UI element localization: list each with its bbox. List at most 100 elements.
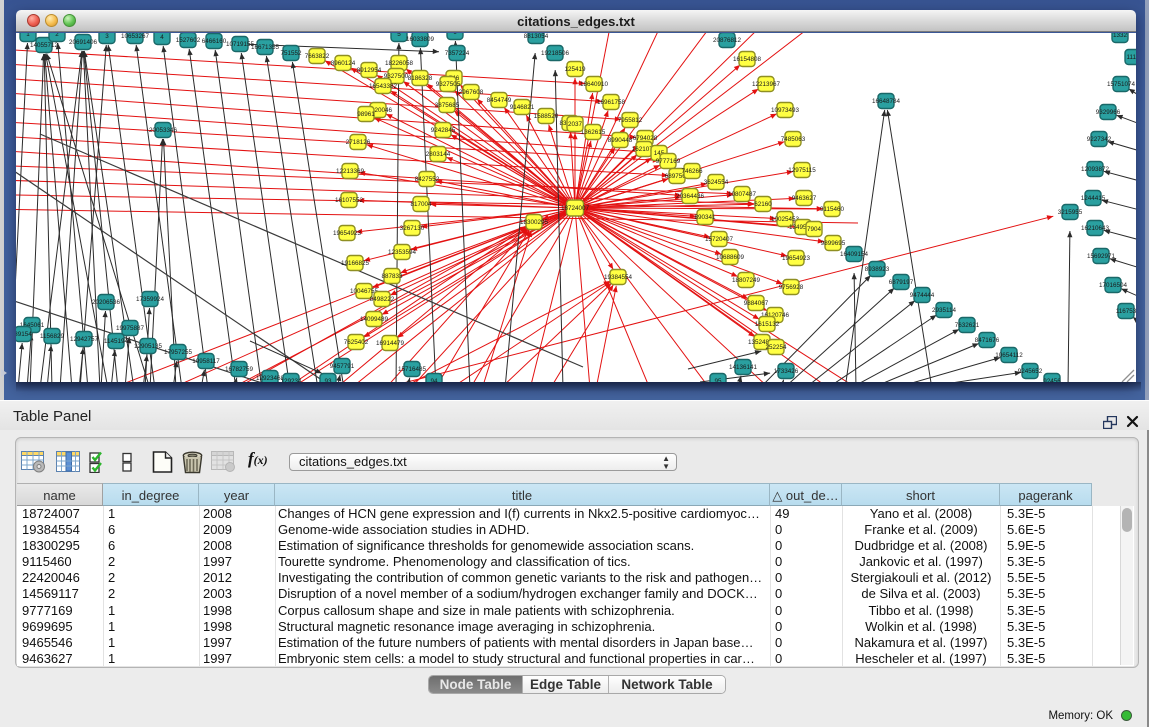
svg-text:15751074: 15751074 — [1107, 81, 1136, 88]
svg-text:1: 1 — [26, 33, 30, 38]
svg-text:1145194: 1145194 — [104, 338, 129, 345]
svg-text:20364436: 20364436 — [676, 193, 705, 200]
svg-text:12942757: 12942757 — [70, 336, 99, 343]
svg-text:16210643: 16210643 — [1081, 225, 1110, 232]
svg-text:9327505: 9327505 — [436, 81, 461, 88]
svg-text:18640910: 18640910 — [580, 81, 609, 88]
svg-text:12213967: 12213967 — [752, 81, 781, 88]
svg-text:17016504: 17016504 — [1099, 282, 1128, 289]
svg-text:10807487: 10807487 — [728, 191, 757, 198]
svg-text:9146821: 9146821 — [510, 104, 535, 111]
svg-text:9463627: 9463627 — [792, 195, 817, 202]
svg-text:3267130: 3267130 — [400, 225, 425, 232]
svg-text:8498222: 8498222 — [370, 296, 395, 303]
svg-text:12353594: 12353594 — [388, 249, 417, 256]
svg-text:10654112: 10654112 — [995, 352, 1023, 359]
svg-text:2935114: 2935114 — [932, 307, 957, 314]
svg-text:20876812: 20876812 — [713, 37, 742, 44]
svg-text:19654923: 19654923 — [333, 230, 362, 237]
svg-text:16409154: 16409154 — [840, 251, 869, 258]
svg-text:9756928: 9756928 — [779, 284, 804, 291]
svg-text:1156829: 1156829 — [40, 333, 65, 340]
svg-text:19975887: 19975887 — [116, 325, 145, 332]
svg-text:14099489: 14099489 — [360, 316, 389, 323]
svg-text:4: 4 — [160, 34, 164, 41]
svg-text:62160: 62160 — [754, 201, 772, 208]
svg-text:1362615: 1362615 — [581, 129, 606, 136]
svg-text:8186328: 8186328 — [408, 75, 433, 82]
svg-text:129234: 129234 — [280, 378, 302, 382]
svg-text:12213369: 12213369 — [336, 168, 365, 175]
svg-text:8427552: 8427552 — [415, 176, 440, 183]
svg-text:3875685: 3875685 — [435, 102, 460, 109]
svg-text:7955812: 7955812 — [618, 117, 643, 124]
svg-text:6879197: 6879197 — [889, 279, 914, 286]
svg-text:16914479: 16914479 — [376, 340, 405, 347]
svg-text:8471676: 8471676 — [975, 337, 1000, 344]
svg-text:93: 93 — [324, 378, 332, 382]
svg-text:98961: 98961 — [357, 111, 375, 118]
svg-text:3215955: 3215955 — [1058, 209, 1083, 216]
svg-text:20206536: 20206536 — [92, 299, 121, 306]
svg-text:16671355: 16671355 — [251, 44, 280, 51]
svg-text:19166825: 19166825 — [341, 260, 370, 267]
svg-text:746266: 746266 — [681, 168, 703, 175]
svg-text:16154808: 16154808 — [733, 56, 762, 63]
svg-text:15692971: 15692971 — [1087, 253, 1116, 260]
svg-text:9245652: 9245652 — [1018, 368, 1043, 375]
svg-text:10688609: 10688609 — [716, 254, 745, 261]
svg-text:15716485: 15716485 — [398, 366, 427, 373]
svg-text:3: 3 — [105, 33, 109, 40]
svg-text:1332: 1332 — [1113, 33, 1128, 39]
svg-text:817004: 817004 — [410, 201, 432, 208]
svg-text:18724007: 18724007 — [561, 205, 590, 212]
svg-text:19384554: 19384554 — [604, 274, 633, 281]
svg-text:9115460: 9115460 — [820, 206, 845, 213]
svg-text:18226058: 18226058 — [385, 60, 414, 67]
svg-text:39154: 39154 — [16, 331, 32, 338]
svg-text:751552: 751552 — [280, 50, 302, 57]
svg-text:9899695: 9899695 — [821, 240, 846, 247]
svg-text:18300295: 18300295 — [520, 219, 549, 226]
svg-text:8912954: 8912954 — [357, 67, 382, 74]
svg-text:92456: 92456 — [1043, 378, 1061, 382]
svg-text:95: 95 — [714, 378, 722, 382]
svg-text:16648784: 16648784 — [872, 98, 901, 105]
svg-text:16107552: 16107552 — [335, 197, 364, 204]
svg-text:9227342: 9227342 — [1087, 136, 1112, 143]
svg-text:12975115: 12975115 — [788, 167, 816, 174]
svg-text:16543382: 16543382 — [369, 83, 398, 90]
svg-text:2967608: 2967608 — [459, 89, 484, 96]
svg-text:17359924: 17359924 — [136, 296, 165, 303]
svg-text:3624554: 3624554 — [704, 179, 729, 186]
svg-text:17957255: 17957255 — [164, 349, 193, 356]
svg-text:2718126: 2718126 — [346, 139, 371, 146]
svg-text:7663822: 7663822 — [305, 53, 330, 60]
svg-text:5: 5 — [397, 33, 401, 38]
svg-text:14136141: 14136141 — [729, 364, 758, 371]
svg-text:19218506: 19218506 — [541, 50, 570, 57]
svg-text:8990448: 8990448 — [608, 137, 633, 144]
svg-text:20053346: 20053346 — [149, 127, 178, 134]
svg-text:9457791: 9457791 — [330, 363, 355, 370]
svg-text:1244415: 1244415 — [1081, 195, 1106, 202]
svg-text:8813054: 8813054 — [524, 33, 549, 40]
svg-text:1527602: 1527602 — [176, 37, 201, 44]
svg-text:10958117: 10958117 — [192, 358, 220, 365]
svg-text:125419: 125419 — [564, 66, 586, 73]
svg-text:116753: 116753 — [1116, 308, 1136, 315]
svg-text:94: 94 — [430, 378, 438, 382]
svg-text:9884067: 9884067 — [744, 300, 769, 307]
svg-text:7625402: 7625402 — [344, 339, 369, 346]
svg-text:16033809: 16033809 — [406, 36, 435, 43]
svg-text:10973493: 10973493 — [771, 107, 800, 114]
svg-text:7904: 7904 — [807, 226, 822, 233]
svg-text:6466160: 6466160 — [202, 38, 227, 45]
svg-text:2803144: 2803144 — [426, 151, 451, 158]
svg-text:15720407: 15720407 — [705, 236, 734, 243]
svg-text:10653267: 10653267 — [121, 33, 150, 40]
svg-text:9474444: 9474444 — [910, 292, 935, 299]
svg-text:7632621: 7632621 — [955, 322, 980, 329]
svg-text:6: 6 — [453, 33, 457, 36]
svg-text:14055712: 14055712 — [30, 42, 59, 49]
